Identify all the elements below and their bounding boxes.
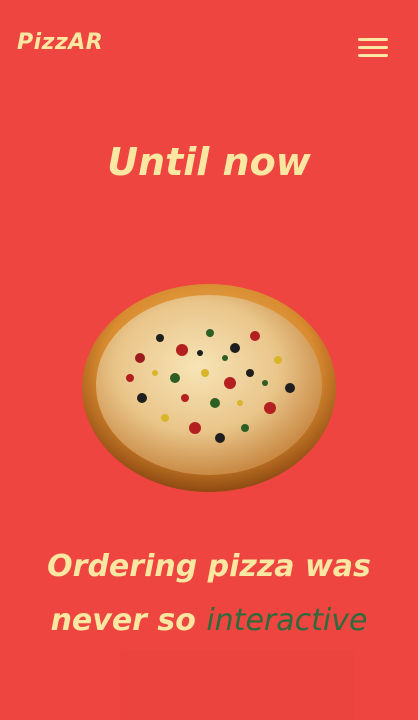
pizza-illustration bbox=[82, 284, 336, 492]
brand-logo[interactable]: PizzAR bbox=[17, 30, 103, 55]
pizza-image bbox=[80, 278, 338, 494]
menu-line bbox=[358, 54, 388, 57]
top-bar: PizzAR bbox=[0, 0, 418, 90]
tagline: Ordering pizza was never so interactive bbox=[0, 540, 418, 648]
tagline-line-2: never so interactive bbox=[0, 594, 418, 648]
tagline-line-1: Ordering pizza was bbox=[47, 549, 371, 584]
faint-background-card bbox=[120, 650, 354, 720]
tagline-line-2-prefix: never so bbox=[50, 603, 207, 638]
hamburger-menu-icon[interactable] bbox=[358, 35, 390, 59]
tagline-accent-word: interactive bbox=[206, 603, 368, 638]
hero-headline: Until now bbox=[107, 140, 311, 184]
menu-line bbox=[358, 38, 388, 41]
menu-line bbox=[358, 46, 388, 49]
